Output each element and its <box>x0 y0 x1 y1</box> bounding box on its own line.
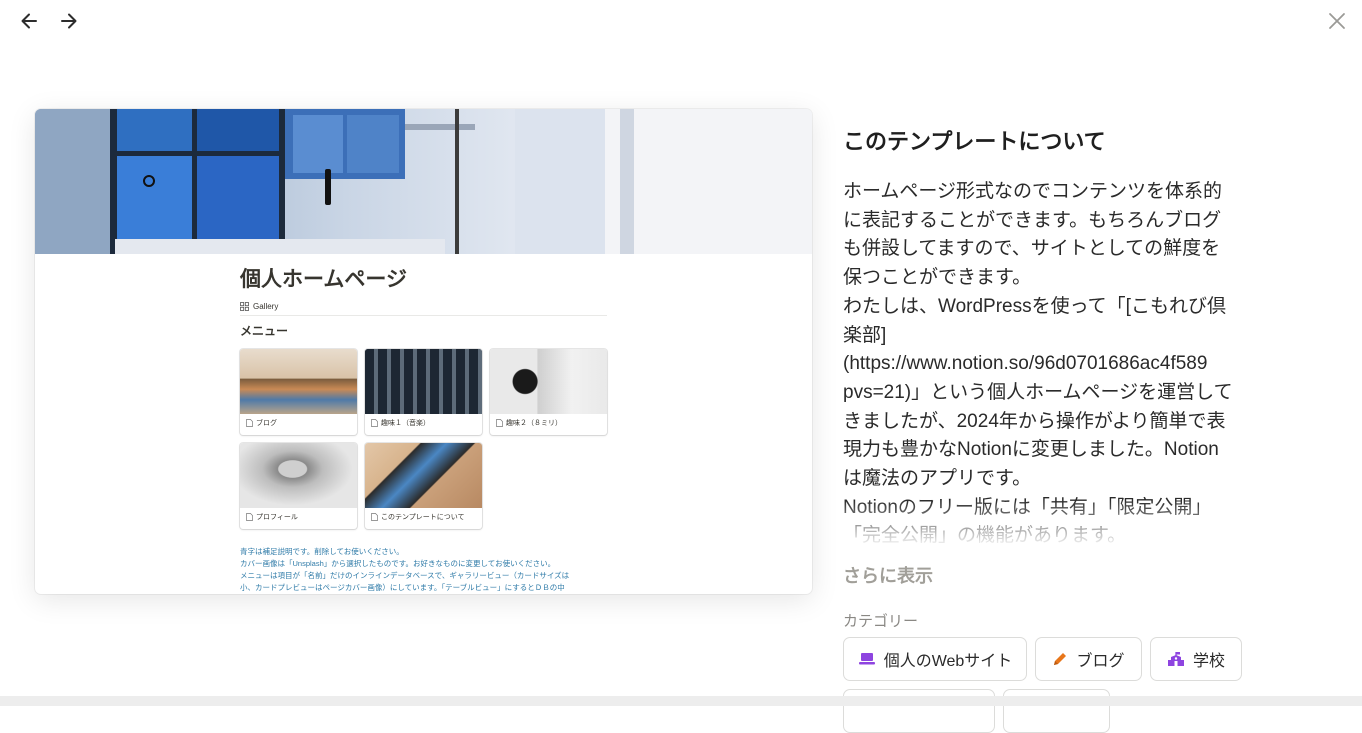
divider <box>240 315 607 316</box>
card-label: このテンプレートについて <box>381 514 465 521</box>
gallery-card-profile: プロフィール <box>240 443 357 529</box>
category-chip-school[interactable]: 学校 <box>1150 637 1242 681</box>
close-button[interactable] <box>1326 10 1348 32</box>
cover-image <box>35 109 812 254</box>
text-fade <box>843 500 1262 550</box>
card-label: ブログ <box>256 420 277 427</box>
template-preview: 個人ホームページ Gallery メニュー ブログ 趣味１（音楽） 趣味２（８ミ… <box>35 109 812 594</box>
category-chip-label: 個人のWebサイト <box>883 653 1013 670</box>
gallery-card-blog: ブログ <box>240 349 357 435</box>
back-button[interactable] <box>16 8 42 34</box>
note-line: カバー画像は「Unsplash」から選択したものです。お好きなものに変更してお使… <box>240 559 556 568</box>
card-label: 趣味１（音楽） <box>381 420 430 427</box>
page-icon <box>246 513 253 521</box>
view-tab-label: Gallery <box>253 302 279 311</box>
show-more-button[interactable]: さらに表示 <box>843 562 933 588</box>
school-icon <box>1167 652 1184 666</box>
card-cover-image <box>240 349 357 414</box>
supplementary-notes: 青字は補足説明です。削除してお使いください。 カバー画像は「Unsplash」か… <box>240 546 610 594</box>
category-label: カテゴリー <box>843 613 919 630</box>
page-title: 個人ホームページ <box>240 268 407 291</box>
about-body-text: ホームページ形式なのでコンテンツを体系的 に表記することができます。もちろんブロ… <box>843 181 1233 546</box>
page-icon <box>371 513 378 521</box>
card-cover-image <box>365 349 482 414</box>
close-icon <box>1329 13 1345 29</box>
bottom-scrollbar-track <box>0 696 1362 706</box>
arrow-left-icon <box>21 13 37 29</box>
card-cover-image <box>365 443 482 508</box>
gallery-card-about: このテンプレートについて <box>365 443 482 529</box>
history-nav <box>16 8 82 34</box>
view-tab-gallery: Gallery <box>240 302 610 311</box>
forward-button[interactable] <box>56 8 82 34</box>
page-icon <box>246 419 253 427</box>
note-line: 青字は補足説明です。削除してお使いください。 <box>240 547 404 556</box>
category-chip-personal-website[interactable]: 個人のWebサイト <box>843 637 1027 681</box>
card-label: プロフィール <box>256 514 298 521</box>
about-description: ホームページ形式なのでコンテンツを体系的 に表記することができます。もちろんブロ… <box>843 178 1262 550</box>
notion-page: 個人ホームページ Gallery メニュー ブログ 趣味１（音楽） 趣味２（８ミ… <box>240 259 610 534</box>
category-chip-label: 学校 <box>1192 653 1225 670</box>
category-chip-blog[interactable]: ブログ <box>1035 637 1142 681</box>
gallery-card-music: 趣味１（音楽） <box>365 349 482 435</box>
card-label: 趣味２（８ミリ） <box>506 420 562 427</box>
laptop-icon <box>858 653 875 665</box>
gallery-icon <box>240 302 249 311</box>
category-chip-label: ブログ <box>1076 653 1125 670</box>
note-line: 小、カードプレビューはページカバー画像）にしています。「テーブルビュー」にすると… <box>240 583 565 592</box>
arrow-right-icon <box>61 13 77 29</box>
about-title: このテンプレートについて <box>843 129 1106 154</box>
page-icon <box>371 419 378 427</box>
card-cover-image <box>240 443 357 508</box>
card-cover-image <box>490 349 607 414</box>
gallery-cards: ブログ 趣味１（音楽） 趣味２（８ミリ） プロフィール このテンプレートについて <box>240 349 610 534</box>
section-title: メニュー <box>240 324 289 338</box>
page-icon <box>496 419 503 427</box>
note-line: メニューは項目が「名前」だけのインラインデータベースで、ギャラリービュー（カード… <box>240 571 570 580</box>
about-panel: このテンプレートについて ホームページ形式なのでコンテンツを体系的 に表記するこ… <box>843 126 1262 550</box>
pencil-icon <box>1054 653 1067 665</box>
gallery-card-8mm: 趣味２（８ミリ） <box>490 349 607 435</box>
